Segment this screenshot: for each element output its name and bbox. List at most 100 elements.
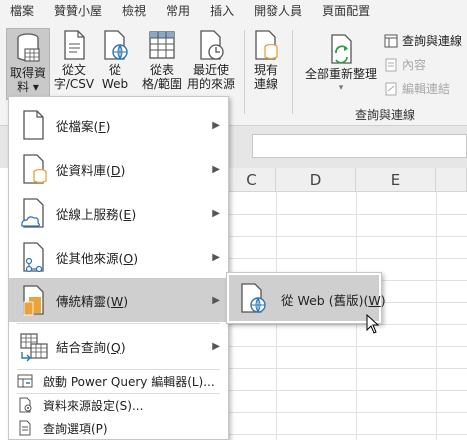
refresh-all-label-1: 全部重新整理 — [304, 67, 377, 81]
menu-item-combine-queries[interactable]: 結合查詢(Q) ▶ — [9, 324, 228, 368]
tab-home[interactable]: 常用 — [156, 0, 200, 22]
menu-item-label: 結合查詢(Q) — [56, 339, 126, 355]
web-page-icon — [104, 30, 128, 60]
other-sources-icon — [23, 242, 44, 273]
legacy-wizards-icon — [23, 285, 44, 316]
edit-links-label: 編輯連結 — [402, 82, 451, 96]
submenu-arrow-icon: ▶ — [212, 294, 220, 306]
from-text-csv-button[interactable]: 從文 字/CSV — [54, 28, 94, 91]
refresh-icon — [331, 34, 352, 64]
column-header-d[interactable]: D — [276, 168, 356, 192]
grid-line — [228, 258, 467, 259]
menu-item-label: 資料來源設定(S)... — [43, 398, 144, 413]
from-table-range-button[interactable]: 從表 格/範圍 — [140, 28, 184, 91]
recent-sources-button[interactable]: 最近使 用的來源 — [186, 28, 236, 91]
grid-line — [228, 412, 467, 413]
get-data-label-2: 料 ▾ — [17, 80, 39, 94]
queries-connections-button[interactable]: 查詢與連線 — [384, 32, 462, 49]
from-text-label-2: 字/CSV — [53, 77, 95, 91]
from-text-label-1: 從文 — [61, 63, 86, 77]
grid-line — [228, 324, 467, 325]
properties-icon — [385, 58, 397, 71]
get-data-menu: 從檔案(F) ▶ 從資料庫(D) ▶ 從線上服務(E) ▶ 從其他來源(O) ▶ — [8, 96, 229, 440]
tab-developer[interactable]: 開發人員 — [244, 0, 312, 22]
grid-line — [228, 236, 467, 237]
from-web-button[interactable]: 從 Web — [98, 28, 132, 91]
menu-item-label: 傳統精靈(W) — [56, 293, 129, 309]
menu-item-from-other-sources[interactable]: 從其他來源(O) ▶ — [9, 235, 228, 279]
database-file-icon — [23, 154, 47, 184]
data-source-settings-icon — [19, 397, 32, 413]
grid-line — [228, 390, 467, 391]
queries-pane-icon — [384, 34, 398, 47]
menu-item-label: 啟動 Power Query 編輯器(L)... — [43, 374, 215, 389]
submenu-item-from-web-legacy[interactable]: 從 Web (舊版)(W) — [229, 275, 386, 321]
from-table-label-1: 從表 — [149, 63, 174, 77]
refresh-all-label-2: ▾ — [338, 83, 344, 93]
formula-bar[interactable] — [252, 134, 467, 158]
existing-connections-label-2: 連線 — [253, 77, 278, 91]
menu-item-legacy-wizards[interactable]: 傳統精靈(W) ▶ — [9, 278, 228, 322]
recent-sources-label-1: 最近使 — [192, 63, 229, 77]
combine-queries-icon — [20, 333, 48, 362]
properties-button[interactable]: 內容 — [384, 56, 426, 73]
ribbon-tabs: 檔案 贊贊小屋 檢視 常用 插入 開發人員 頁面配置 — [0, 0, 467, 22]
menu-item-label: 從資料庫(D) — [56, 162, 126, 178]
get-data-button[interactable]: 取得資 料 ▾ — [6, 28, 50, 100]
column-header-e[interactable]: E — [356, 168, 436, 192]
existing-connections-icon — [255, 30, 278, 60]
edit-links-icon — [385, 82, 397, 95]
tab-insert[interactable]: 插入 — [200, 0, 244, 22]
recent-sources-icon — [200, 30, 224, 60]
query-options-icon — [19, 420, 31, 436]
submenu-arrow-icon: ▶ — [212, 163, 220, 175]
submenu-arrow-icon: ▶ — [212, 340, 220, 352]
ribbon-separator — [244, 30, 245, 114]
from-table-label-2: 格/範圍 — [141, 77, 183, 91]
mouse-cursor-icon — [366, 314, 380, 334]
menu-item-data-source-settings[interactable]: 資料來源設定(S)... — [9, 394, 228, 416]
existing-connections-label-1: 現有 — [253, 63, 278, 77]
power-query-editor-icon — [17, 374, 33, 388]
grid-line — [228, 346, 467, 347]
tab-file[interactable]: 檔案 — [0, 0, 44, 22]
menu-item-from-online-services[interactable]: 從線上服務(E) ▶ — [9, 191, 228, 235]
database-icon — [17, 33, 40, 62]
grid-line — [228, 368, 467, 369]
get-data-label-1: 取得資 — [9, 66, 46, 80]
file-icon — [23, 110, 44, 140]
submenu-arrow-icon: ▶ — [212, 207, 220, 219]
menu-item-launch-power-query[interactable]: 啟動 Power Query 編輯器(L)... — [9, 370, 228, 392]
legacy-wizards-submenu: 從 Web (舊版)(W) — [226, 272, 386, 324]
cloud-file-icon — [21, 198, 44, 228]
tab-page-layout[interactable]: 頁面配置 — [312, 0, 380, 22]
from-web-label-2: Web — [101, 77, 129, 91]
submenu-arrow-icon: ▶ — [212, 119, 220, 131]
menu-item-label: 從檔案(F) — [56, 118, 111, 134]
grid-line — [436, 192, 437, 440]
refresh-all-button[interactable]: 全部重新整理 ▾ — [300, 32, 382, 95]
menu-item-label: 從其他來源(O) — [56, 250, 139, 266]
web-page-icon — [241, 283, 266, 313]
properties-label: 內容 — [402, 58, 427, 72]
group-label-queries: 查詢與連線 — [355, 108, 416, 122]
menu-item-label: 查詢選項(P) — [43, 421, 108, 436]
grid-line — [228, 214, 467, 215]
text-file-icon — [64, 30, 85, 60]
recent-sources-label-2: 用的來源 — [186, 77, 235, 91]
ribbon-separator — [292, 30, 293, 114]
submenu-item-label: 從 Web (舊版)(W) — [281, 293, 386, 308]
column-header-c[interactable]: C — [228, 168, 276, 192]
queries-connections-label: 查詢與連線 — [402, 34, 463, 48]
edit-links-button[interactable]: 編輯連結 — [384, 80, 450, 97]
existing-connections-button[interactable]: 現有 連線 — [250, 28, 282, 91]
tab-zanzan[interactable]: 贊贊小屋 — [44, 0, 112, 22]
menu-item-from-database[interactable]: 從資料庫(D) ▶ — [9, 147, 228, 191]
tab-view[interactable]: 檢視 — [112, 0, 156, 22]
menu-item-query-options[interactable]: 查詢選項(P) — [9, 417, 228, 439]
menu-item-from-file[interactable]: 從檔案(F) ▶ — [9, 103, 228, 147]
grid-line — [228, 434, 467, 435]
from-web-label-1: 從 — [108, 63, 121, 77]
column-header-f[interactable] — [436, 168, 467, 192]
table-icon — [149, 31, 175, 59]
